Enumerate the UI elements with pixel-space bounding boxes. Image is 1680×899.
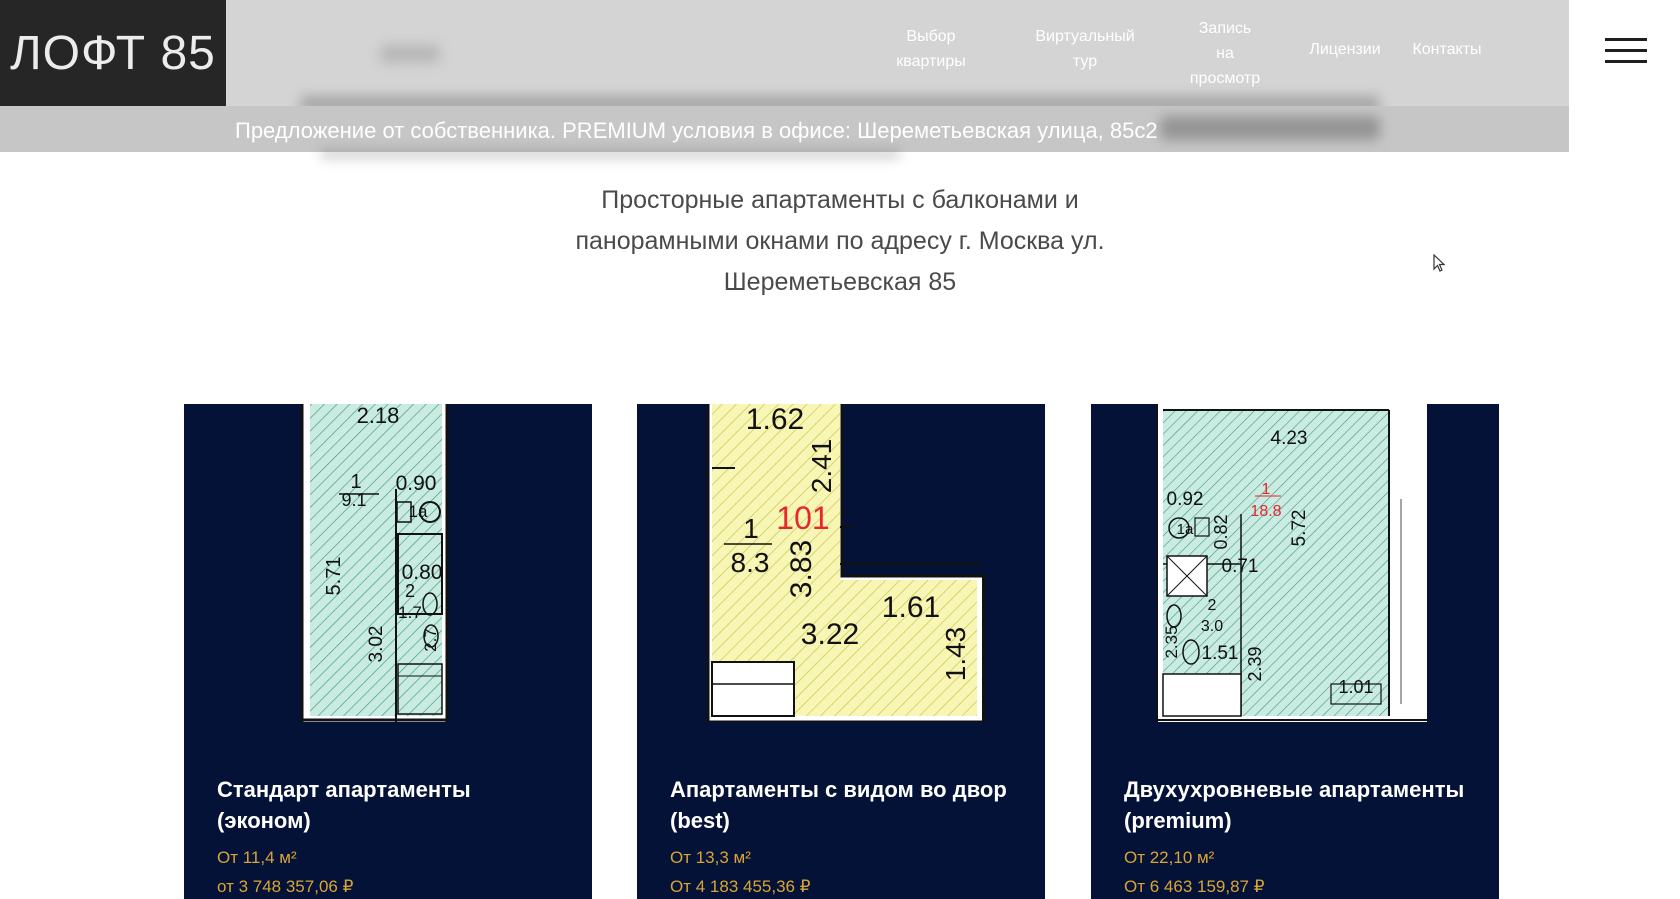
plan-dimension: 1а [409, 502, 428, 521]
plan-dimension: 1 [1262, 481, 1271, 498]
plan-dimension: 4.23 [1271, 428, 1308, 449]
card-title-line: Апартаменты с видом во двор [670, 777, 1007, 802]
floor-plan-image: 1.62 2.41 101 1 8.3 3.83 1.61 3.22 1.43 [706, 404, 986, 722]
card-area: От 22,10 м² [1124, 848, 1215, 867]
plan-dimension: 0.82 [1211, 514, 1231, 549]
plan-dimension: 1.62 [746, 404, 804, 436]
blurred-background [380, 45, 440, 63]
plan-dimension: 18.8 [1250, 503, 1281, 520]
nav-item-label: Выбор [906, 28, 956, 45]
nav-item-label: Лицензии [1309, 41, 1381, 58]
nav-item-label: просмотр [1189, 70, 1261, 87]
plan-dimension: 0.90 [396, 472, 437, 495]
plan-dimension: 8.3 [731, 547, 770, 578]
plan-dimension: 2.7 [421, 628, 440, 652]
page-subtitle: Просторные апартаменты с балконами и пан… [500, 180, 1180, 303]
promo-text: Предложение от собственника. PREMIUM усл… [235, 118, 1158, 143]
plan-dimension: 3.0 [1201, 618, 1223, 635]
plan-dimension: 1.43 [940, 627, 971, 682]
plan-dimension: 2.39 [1245, 646, 1265, 681]
card-area: От 11,4 м² [217, 848, 297, 867]
card-price: От 6 463 159,87 ₽ [1124, 877, 1265, 896]
plan-dimension: 0.71 [1222, 556, 1259, 577]
blurred-background [1160, 116, 1380, 140]
plan-dimension: 2 [1208, 597, 1217, 614]
nav-item-contacts[interactable]: Контакты [1402, 37, 1492, 62]
plan-dimension: 3.02 [366, 626, 387, 663]
nav-item-licenses[interactable]: Лицензии [1300, 37, 1390, 62]
card-title: Стандарт апартаменты (эконом) [217, 774, 577, 836]
promo-bar: Предложение от собственника. PREMIUM усл… [0, 106, 1569, 152]
card-price: От 4 183 455,36 ₽ [670, 877, 811, 896]
card-title-line: (best) [670, 808, 730, 833]
plan-dimension: 3.83 [785, 540, 818, 598]
blurred-background [320, 150, 900, 158]
plan-dimension: 2 [405, 581, 415, 601]
plan-dimension: 5.71 [323, 557, 345, 596]
card-title-line: Двухухровневые апартаменты [1124, 777, 1465, 802]
plan-dimension: 1 [743, 513, 759, 544]
plan-dimension: 3.22 [801, 618, 859, 651]
plan-dimension: 0.92 [1167, 489, 1204, 510]
apartment-card-best[interactable]: 1.62 2.41 101 1 8.3 3.83 1.61 3.22 1.43 … [637, 404, 1045, 899]
card-title-line: Стандарт апартаменты [217, 777, 471, 802]
card-title: Двухухровневые апартаменты (premium) [1124, 774, 1484, 836]
card-price: от 3 748 357,06 ₽ [217, 877, 354, 896]
card-title: Апартаменты с видом во двор (best) [670, 774, 1030, 836]
site-header: ЛОФТ 85 Выбор квартиры Виртуальный тур З… [0, 0, 1680, 112]
subtitle-line: Шереметьевская 85 [723, 268, 957, 296]
nav-item-label: на [1216, 45, 1234, 62]
apartment-card-premium[interactable]: 4.23 0.92 1 18.8 1а 0.82 5.72 0.71 2 3.0… [1091, 404, 1499, 899]
plan-dimension: 101 [776, 500, 829, 536]
nav-item-label: тур [1072, 53, 1098, 70]
card-area: От 13,3 м² [670, 848, 751, 867]
subtitle-line: панорамными окнами по адресу г. Москва у… [575, 227, 1105, 255]
card-title-line: (эконом) [217, 808, 311, 833]
mouse-cursor-icon [1433, 254, 1446, 272]
plan-dimension: 1.51 [1202, 643, 1239, 664]
nav-item-label: квартиры [896, 53, 966, 70]
plan-dimension: 9.1 [341, 490, 366, 510]
plan-dimension: 1а [1177, 521, 1194, 538]
nav-item-apartments[interactable]: Выбор квартиры [880, 24, 982, 74]
plan-dimension: 1.61 [882, 591, 940, 624]
plan-dimension: 1.01 [1338, 677, 1373, 697]
card-title-line: (premium) [1124, 808, 1232, 833]
nav-item-label: Контакты [1412, 41, 1482, 58]
apartment-card-economy[interactable]: 2.18 1 9.1 0.90 1а 5.71 0.80 2 1.7 3.02 … [184, 404, 592, 899]
nav-item-label: Запись [1198, 20, 1252, 37]
floor-plan-image: 4.23 0.92 1 18.8 1а 0.82 5.72 0.71 2 3.0… [1156, 404, 1427, 722]
nav-item-virtual-tour[interactable]: Виртуальный тур [1025, 24, 1145, 74]
nav-item-viewing-signup[interactable]: Запись на просмотр [1175, 16, 1275, 91]
floor-plan-image: 2.18 1 9.1 0.90 1а 5.71 0.80 2 1.7 3.02 … [300, 404, 449, 722]
plan-dimension: 2.35 [1162, 625, 1181, 658]
logo[interactable]: ЛОФТ 85 [0, 0, 226, 106]
hamburger-icon[interactable] [1605, 36, 1647, 64]
plan-dimension: 5.72 [1289, 510, 1310, 547]
plan-dimension: 2.41 [806, 439, 837, 494]
nav-item-label: Виртуальный [1035, 28, 1135, 45]
subtitle-line: Просторные апартаменты с балконами и [601, 186, 1079, 214]
plan-dimension: 2.18 [357, 404, 400, 428]
plan-dimension: 1.7 [398, 603, 422, 622]
